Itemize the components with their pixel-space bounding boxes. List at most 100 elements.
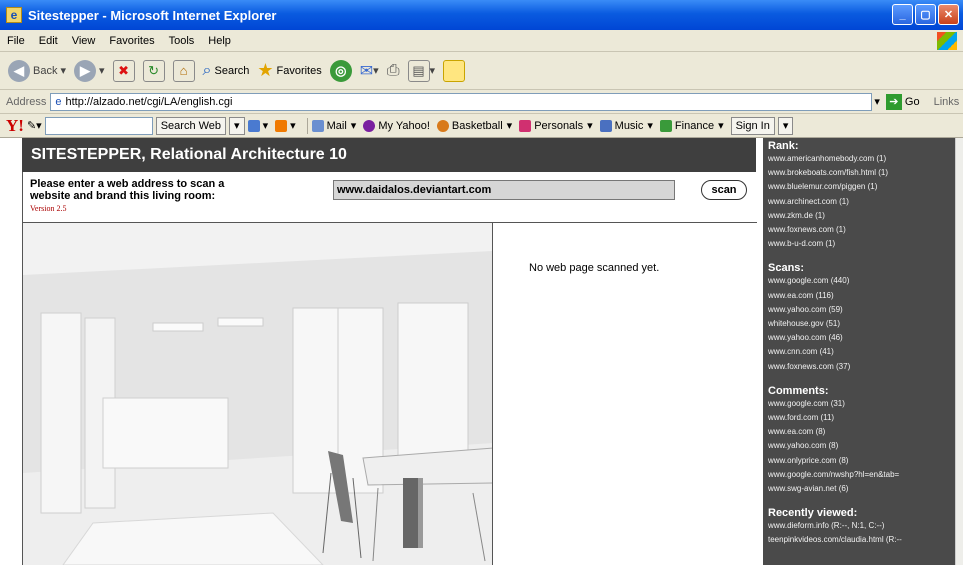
yahoo-personals[interactable]: Personals ▾ bbox=[519, 119, 593, 132]
menu-favorites[interactable]: Favorites bbox=[102, 35, 161, 47]
minimize-button[interactable]: _ bbox=[892, 4, 913, 25]
list-item[interactable]: www.bluelemur.com/piggen (1) bbox=[768, 180, 955, 194]
window-titlebar: e Sitestepper - Microsoft Internet Explo… bbox=[0, 0, 963, 30]
list-item[interactable]: www.dieform.info (R:--, N:1, C:--) bbox=[768, 519, 955, 533]
home-icon[interactable]: ⌂ bbox=[172, 59, 195, 82]
mail-icon[interactable]: ✉ bbox=[360, 61, 373, 81]
list-item[interactable]: www.ea.com (8) bbox=[768, 425, 955, 439]
yahoo-alert-icon[interactable]: ▾ bbox=[275, 119, 296, 132]
back-arrow-icon: ◀ bbox=[8, 59, 30, 82]
basketball-icon bbox=[436, 119, 449, 132]
list-item[interactable]: www.ea.com (116) bbox=[768, 289, 955, 303]
yahoo-music[interactable]: Music ▾ bbox=[599, 119, 653, 132]
yahoo-basketball[interactable]: Basketball ▾ bbox=[436, 119, 512, 132]
scan-url-input[interactable]: www.daidalos.deviantart.com bbox=[333, 180, 675, 200]
menu-bar: File Edit View Favorites Tools Help bbox=[0, 30, 963, 52]
recent-title: Recently viewed: bbox=[768, 507, 858, 520]
address-input[interactable]: e http://alzado.net/cgi/LA/english.cgi bbox=[50, 92, 873, 111]
list-item[interactable]: www.foxnews.com (1) bbox=[768, 223, 955, 237]
address-url: http://alzado.net/cgi/LA/english.cgi bbox=[65, 95, 233, 108]
edit-icon[interactable]: ▤ bbox=[407, 59, 430, 82]
forward-button[interactable]: ▶ ▾ bbox=[74, 59, 105, 82]
list-item[interactable]: www.foxnews.com (37) bbox=[768, 360, 955, 374]
site-title: SITESTEPPER, Relational Architecture 10 bbox=[31, 146, 347, 163]
search-button[interactable]: ⌕ Search bbox=[203, 62, 250, 80]
scan-url-value: www.daidalos.deviantart.com bbox=[337, 184, 492, 196]
yahoo-basketball-label: Basketball bbox=[451, 119, 503, 132]
windows-logo-icon bbox=[937, 32, 957, 50]
yahoo-search-dropdown[interactable]: ▾ bbox=[229, 116, 245, 135]
recent-section: Recently viewed: www.dieform.info (R:--,… bbox=[768, 507, 955, 547]
scan-status: No web page scanned yet. bbox=[529, 262, 660, 274]
media-icon[interactable]: ◎ bbox=[329, 59, 352, 82]
standard-toolbar: ◀ Back ▾ ▶ ▾ ✖ ↻ ⌂ ⌕ Search ★ Favorites … bbox=[0, 52, 963, 90]
favorites-label: Favorites bbox=[276, 64, 322, 77]
yahoo-personals-label: Personals bbox=[534, 119, 584, 132]
go-button[interactable]: ➔ Go bbox=[885, 93, 920, 110]
yahoo-logo-icon[interactable]: Y! bbox=[6, 116, 24, 136]
list-item[interactable]: www.google.com/nwshp?hl=en&tab= bbox=[768, 468, 955, 482]
favorites-button[interactable]: ★ Favorites bbox=[257, 60, 321, 81]
page-icon: e bbox=[55, 95, 62, 108]
list-item[interactable]: www.swg-avian.net (6) bbox=[768, 482, 955, 496]
yahoo-mail-label: Mail bbox=[326, 119, 347, 132]
list-item[interactable]: www.yahoo.com (46) bbox=[768, 331, 955, 345]
close-button[interactable]: ✕ bbox=[938, 4, 959, 25]
menu-file[interactable]: File bbox=[0, 35, 32, 47]
list-item[interactable]: www.cnn.com (41) bbox=[768, 345, 955, 359]
sign-in-dropdown[interactable]: ▾ bbox=[777, 116, 794, 135]
print-icon[interactable]: ⎙ bbox=[387, 62, 400, 80]
list-item[interactable]: www.americanhomebody.com (1) bbox=[768, 152, 955, 166]
list-item[interactable]: www.onlyprice.com (8) bbox=[768, 454, 955, 468]
yahoo-calendar-icon[interactable]: ▾ bbox=[247, 119, 268, 132]
back-button[interactable]: ◀ Back ▾ bbox=[8, 59, 66, 82]
go-label: Go bbox=[904, 95, 920, 108]
yahoo-search-input[interactable] bbox=[44, 116, 153, 135]
living-room-render[interactable] bbox=[23, 223, 493, 565]
mail-icon bbox=[311, 119, 324, 132]
messenger-icon[interactable] bbox=[443, 59, 466, 82]
site-header: SITESTEPPER, Relational Architecture 10 bbox=[22, 138, 756, 172]
maximize-button[interactable]: ▢ bbox=[915, 4, 936, 25]
menu-tools[interactable]: Tools bbox=[162, 35, 202, 47]
comments-title: Comments: bbox=[768, 384, 829, 397]
sign-in-button[interactable]: Sign In bbox=[730, 116, 775, 135]
forward-arrow-icon: ▶ bbox=[74, 59, 96, 82]
yahoo-search-button[interactable]: Search Web bbox=[155, 116, 227, 135]
list-item[interactable]: teenpinkvideos.com/claudia.html (R:-- bbox=[768, 533, 955, 547]
pencil-icon[interactable]: ✎▾ bbox=[27, 119, 42, 132]
rank-title: Rank: bbox=[768, 140, 799, 152]
list-item[interactable]: www.zkm.de (1) bbox=[768, 209, 955, 223]
yahoo-finance[interactable]: Finance ▾ bbox=[659, 119, 724, 132]
personals-icon bbox=[519, 119, 532, 132]
list-item[interactable]: www.google.com (440) bbox=[768, 274, 955, 288]
refresh-icon[interactable]: ↻ bbox=[142, 59, 165, 82]
list-item[interactable]: www.brokeboats.com/fish.html (1) bbox=[768, 166, 955, 180]
scans-title: Scans: bbox=[768, 262, 805, 275]
stop-icon[interactable]: ✖ bbox=[112, 59, 135, 82]
list-item[interactable]: www.google.com (31) bbox=[768, 397, 955, 411]
search-label: Search bbox=[214, 64, 250, 77]
scan-prompt: Please enter a web address to scan a web… bbox=[30, 178, 225, 202]
list-item[interactable]: www.yahoo.com (8) bbox=[768, 439, 955, 453]
yahoo-my-yahoo[interactable]: My Yahoo! bbox=[363, 119, 430, 132]
list-item[interactable]: www.b-u-d.com (1) bbox=[768, 237, 955, 251]
links-label[interactable]: Links bbox=[934, 96, 960, 108]
menu-edit[interactable]: Edit bbox=[32, 35, 65, 47]
vertical-scrollbar[interactable] bbox=[955, 138, 963, 565]
version-label: Version 2.5 bbox=[30, 204, 67, 213]
menu-help[interactable]: Help bbox=[201, 35, 238, 47]
list-item[interactable]: www.yahoo.com (59) bbox=[768, 303, 955, 317]
music-icon bbox=[599, 119, 612, 132]
menu-view[interactable]: View bbox=[65, 35, 103, 47]
list-item[interactable]: www.ford.com (11) bbox=[768, 411, 955, 425]
yahoo-mail[interactable]: Mail ▾ bbox=[311, 119, 356, 132]
yahoo-toolbar: Y! ✎▾ Search Web ▾ ▾ ▾ Mail ▾ My Yahoo! B… bbox=[0, 114, 963, 138]
yahoo-search-label: Search Web bbox=[160, 119, 222, 132]
ie-icon: e bbox=[6, 7, 22, 23]
site-body: Please enter a web address to scan a web… bbox=[22, 172, 757, 565]
address-dropdown-icon[interactable]: ▾ bbox=[874, 95, 880, 108]
list-item[interactable]: www.archinect.com (1) bbox=[768, 195, 955, 209]
scan-button[interactable]: scan bbox=[701, 180, 747, 200]
list-item[interactable]: whitehouse.gov (51) bbox=[768, 317, 955, 331]
